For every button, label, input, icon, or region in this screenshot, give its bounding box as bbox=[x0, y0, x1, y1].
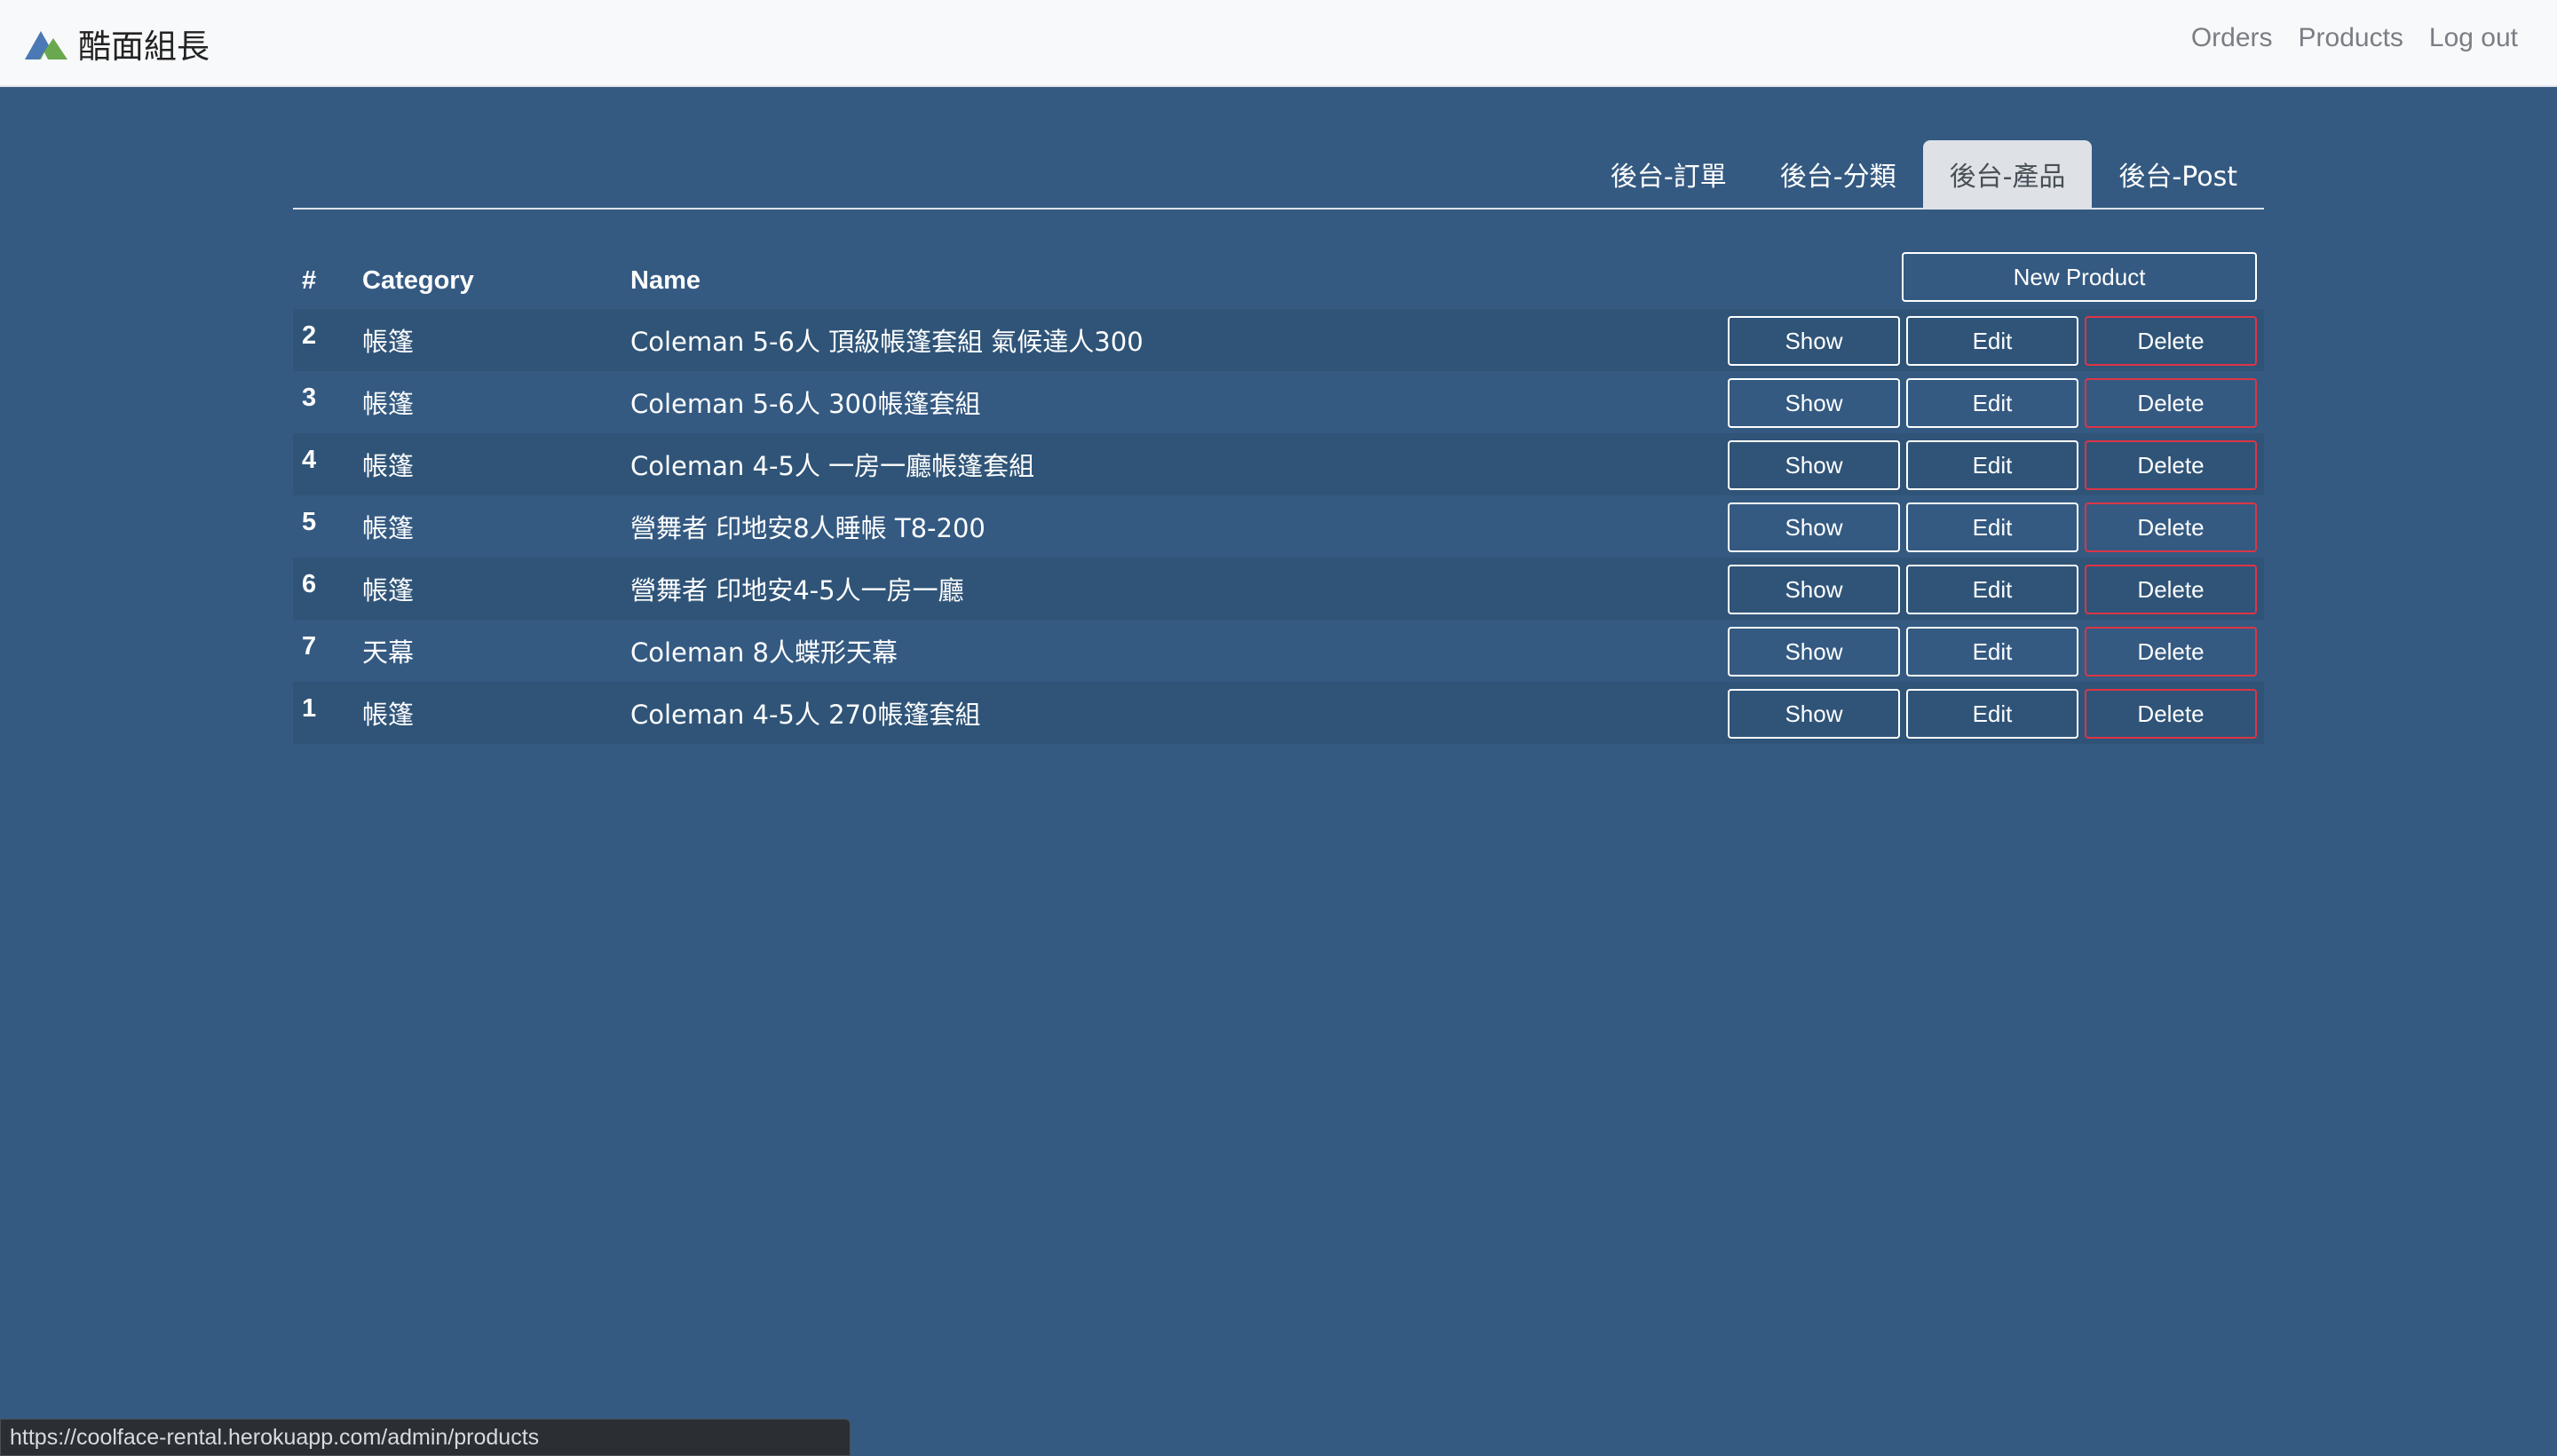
table-row: 5 帳篷 營舞者 印地安8人睡帳 T8-200 Show Edit Delete bbox=[293, 495, 2264, 558]
row-category: 帳篷 bbox=[362, 451, 415, 481]
row-name: Coleman 8人蝶形天幕 bbox=[630, 637, 898, 668]
row-category: 帳篷 bbox=[362, 513, 415, 543]
delete-button[interactable]: Delete bbox=[2085, 440, 2257, 490]
top-navbar: 酷面組長 Orders Products Log out bbox=[0, 0, 2557, 87]
nav-links: Orders Products Log out bbox=[2165, 23, 2518, 53]
nav-orders-link[interactable]: Orders bbox=[2191, 23, 2273, 53]
row-id: 4 bbox=[302, 446, 317, 474]
brand-link[interactable]: 酷面組長 bbox=[25, 21, 210, 66]
edit-button[interactable]: Edit bbox=[1906, 502, 2078, 552]
table-row: 1 帳篷 Coleman 4-5人 270帳篷套組 Show Edit Dele… bbox=[293, 682, 2264, 744]
row-id: 6 bbox=[302, 570, 317, 598]
row-name: Coleman 4-5人 一房一廳帳篷套組 bbox=[630, 451, 1035, 481]
delete-button[interactable]: Delete bbox=[2085, 502, 2257, 552]
table-row: 7 天幕 Coleman 8人蝶形天幕 Show Edit Delete bbox=[293, 620, 2264, 682]
table-row: 3 帳篷 Coleman 5-6人 300帳篷套組 Show Edit Dele… bbox=[293, 371, 2264, 433]
row-name: Coleman 4-5人 270帳篷套組 bbox=[630, 700, 981, 730]
show-button[interactable]: Show bbox=[1728, 565, 1900, 614]
row-category: 帳篷 bbox=[362, 575, 415, 605]
edit-button[interactable]: Edit bbox=[1906, 440, 2078, 490]
row-category: 帳篷 bbox=[362, 700, 415, 730]
show-button[interactable]: Show bbox=[1728, 316, 1900, 366]
nav-products-link[interactable]: Products bbox=[2299, 23, 2403, 53]
table-header: # Category Name New Product bbox=[293, 250, 2264, 309]
new-product-button[interactable]: New Product bbox=[1902, 252, 2257, 302]
row-name: Coleman 5-6人 300帳篷套組 bbox=[630, 389, 981, 419]
show-button[interactable]: Show bbox=[1728, 689, 1900, 739]
row-id: 7 bbox=[302, 632, 317, 661]
tab-categories[interactable]: 後台-分類 bbox=[1753, 140, 1923, 208]
row-id: 5 bbox=[302, 508, 317, 536]
link-preview-status-bar: https://coolface-rental.herokuapp.com/ad… bbox=[0, 1419, 851, 1456]
row-category: 天幕 bbox=[362, 637, 415, 668]
row-id: 3 bbox=[302, 384, 317, 412]
row-id: 1 bbox=[302, 694, 317, 723]
table-row: 4 帳篷 Coleman 4-5人 一房一廳帳篷套組 Show Edit Del… bbox=[293, 433, 2264, 495]
products-table: # Category Name New Product 2 帳篷 Coleman… bbox=[293, 250, 2264, 744]
header-name: Name bbox=[630, 266, 701, 295]
tab-products[interactable]: 後台-產品 bbox=[1922, 140, 2093, 208]
header-category: Category bbox=[362, 266, 474, 295]
delete-button[interactable]: Delete bbox=[2085, 378, 2257, 428]
tab-post[interactable]: 後台-Post bbox=[2092, 140, 2264, 208]
edit-button[interactable]: Edit bbox=[1906, 565, 2078, 614]
row-category: 帳篷 bbox=[362, 327, 415, 357]
header-number: # bbox=[302, 266, 317, 295]
delete-button[interactable]: Delete bbox=[2085, 565, 2257, 614]
show-button[interactable]: Show bbox=[1728, 627, 1900, 677]
row-name: 營舞者 印地安8人睡帳 T8-200 bbox=[630, 513, 986, 543]
delete-button[interactable]: Delete bbox=[2085, 627, 2257, 677]
mountain-logo-icon bbox=[25, 31, 67, 59]
delete-button[interactable]: Delete bbox=[2085, 316, 2257, 366]
show-button[interactable]: Show bbox=[1728, 502, 1900, 552]
brand-name: 酷面組長 bbox=[78, 28, 210, 66]
row-category: 帳篷 bbox=[362, 389, 415, 419]
show-button[interactable]: Show bbox=[1728, 378, 1900, 428]
row-name: Coleman 5-6人 頂級帳篷套組 氣候達人300 bbox=[630, 327, 1144, 357]
edit-button[interactable]: Edit bbox=[1906, 627, 2078, 677]
delete-button[interactable]: Delete bbox=[2085, 689, 2257, 739]
admin-tabs: 後台-訂單 後台-分類 後台-產品 後台-Post bbox=[293, 140, 2264, 210]
show-button[interactable]: Show bbox=[1728, 440, 1900, 490]
table-row: 2 帳篷 Coleman 5-6人 頂級帳篷套組 氣候達人300 Show Ed… bbox=[293, 309, 2264, 371]
edit-button[interactable]: Edit bbox=[1906, 316, 2078, 366]
tab-orders[interactable]: 後台-訂單 bbox=[1584, 140, 1753, 208]
edit-button[interactable]: Edit bbox=[1906, 689, 2078, 739]
row-name: 營舞者 印地安4-5人一房一廳 bbox=[630, 575, 964, 605]
table-row: 6 帳篷 營舞者 印地安4-5人一房一廳 Show Edit Delete bbox=[293, 558, 2264, 620]
edit-button[interactable]: Edit bbox=[1906, 378, 2078, 428]
row-id: 2 bbox=[302, 321, 317, 350]
nav-logout-link[interactable]: Log out bbox=[2429, 23, 2518, 53]
